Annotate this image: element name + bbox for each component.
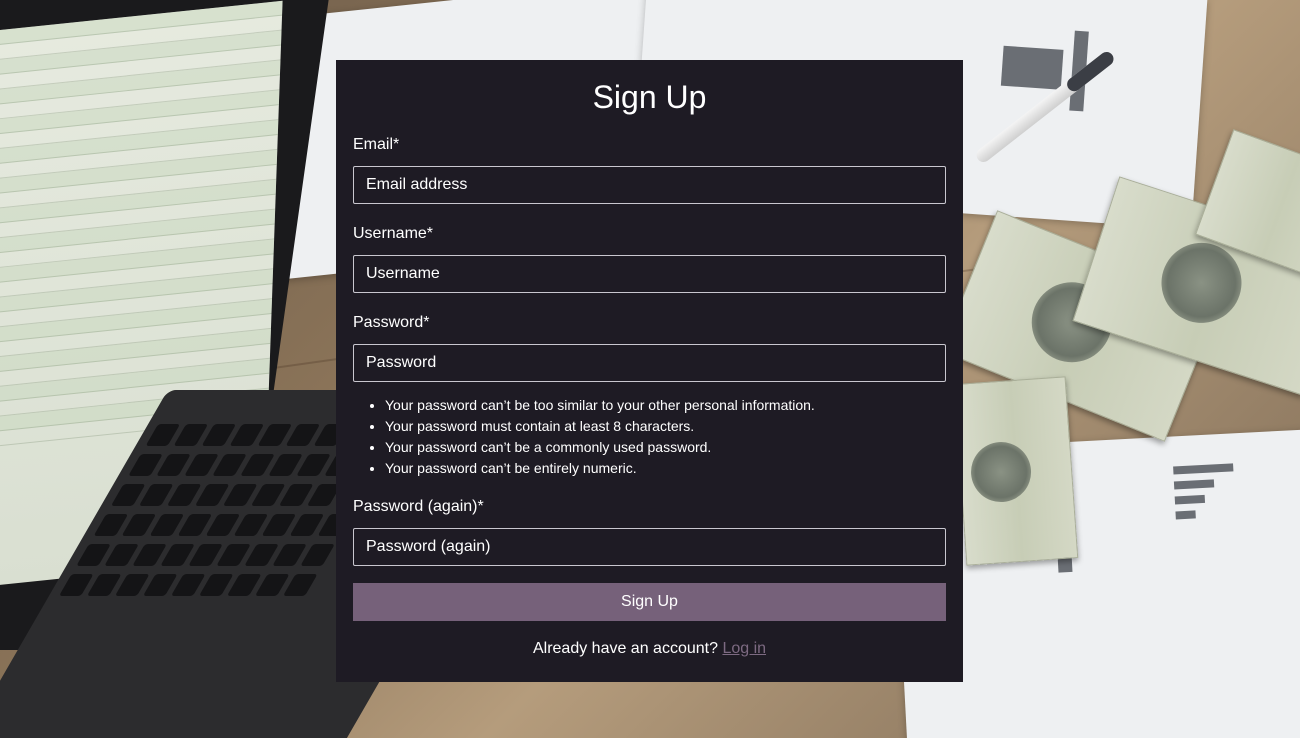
email-field[interactable] — [353, 166, 946, 204]
password-help-item: Your password must contain at least 8 ch… — [385, 416, 946, 437]
sign-up-button[interactable]: Sign Up — [353, 583, 946, 621]
password-again-label: Password (again)* — [353, 498, 484, 515]
password-again-field[interactable] — [353, 528, 946, 566]
password-help-item: Your password can’t be entirely numeric. — [385, 458, 946, 479]
page-title: Sign Up — [592, 79, 707, 115]
username-field[interactable] — [353, 255, 946, 293]
login-link[interactable]: Log in — [722, 640, 766, 657]
laptop-icon — [0, 0, 548, 738]
password-help-item: Your password can’t be a commonly used p… — [385, 437, 946, 458]
username-label: Username* — [353, 225, 434, 242]
login-prompt: Already have an account? Log in — [353, 640, 946, 658]
login-prompt-text: Already have an account? — [532, 640, 718, 657]
money-icon — [953, 376, 1079, 566]
email-label: Email* — [353, 136, 400, 153]
password-label: Password* — [353, 314, 430, 331]
password-help-item: Your password can’t be too similar to yo… — [385, 395, 946, 416]
password-field[interactable] — [353, 344, 946, 382]
signup-card: Sign Up Email* Username* Password* Your … — [336, 60, 963, 682]
password-help-list: Your password can’t be too similar to yo… — [353, 395, 946, 479]
